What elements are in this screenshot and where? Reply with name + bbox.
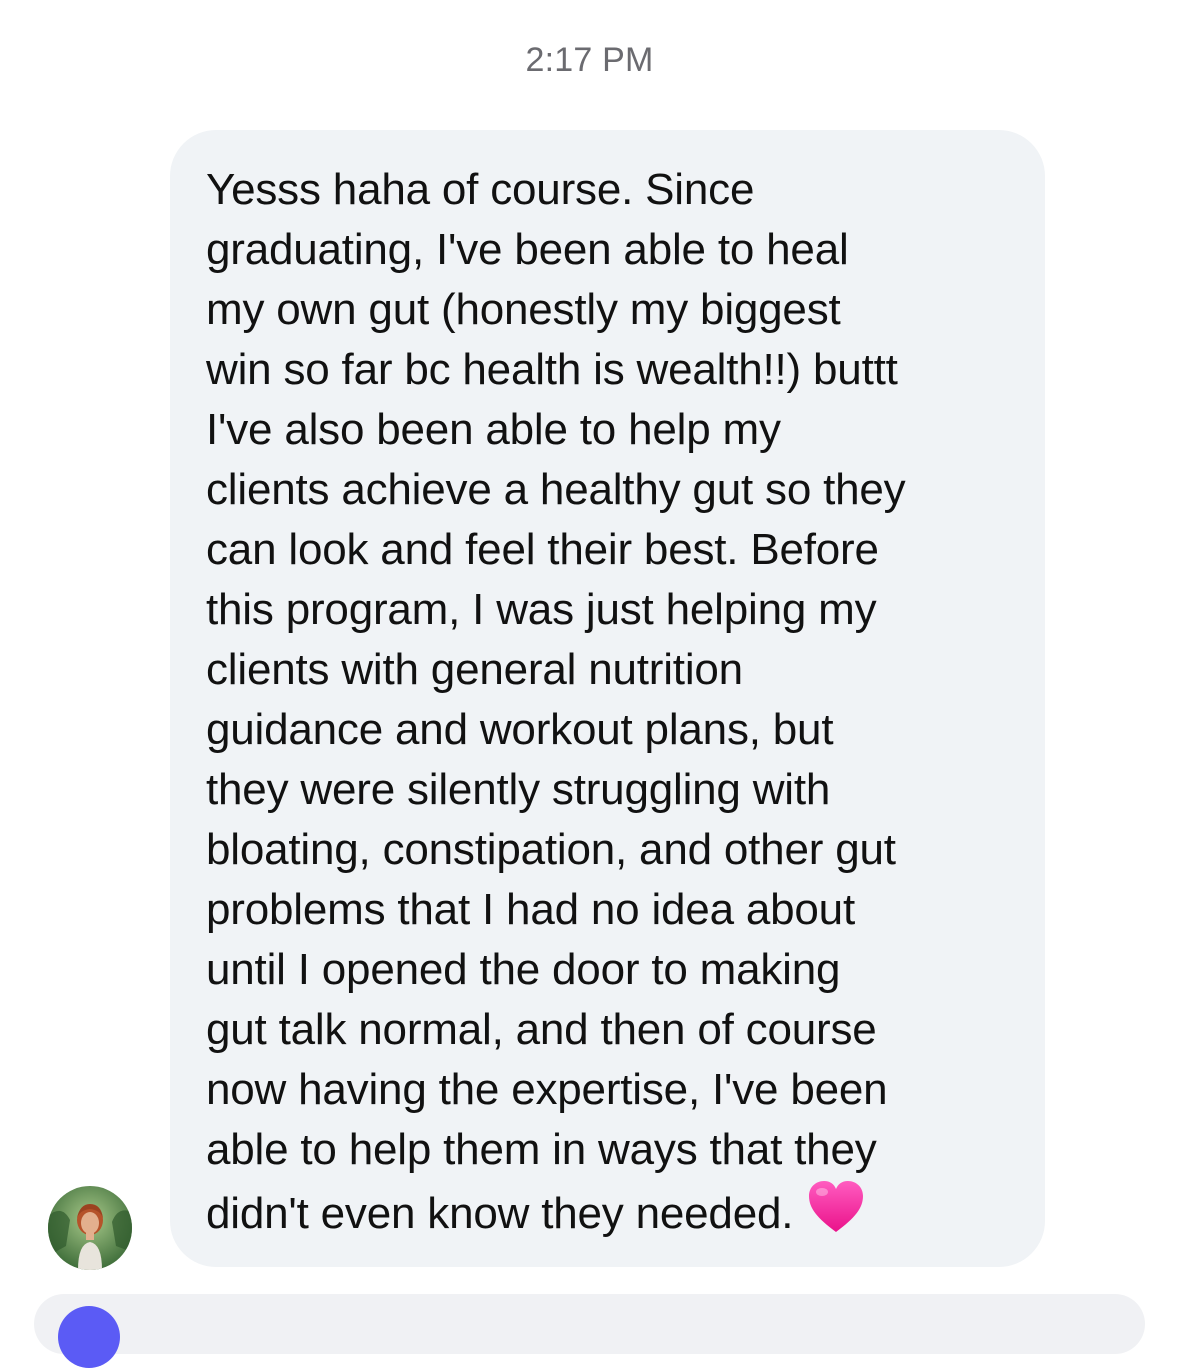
message-line: I've also been able to help my <box>206 405 781 454</box>
message-line: clients achieve a healthy gut so they <box>206 465 906 514</box>
message-line: my own gut (honestly my biggest <box>206 285 841 334</box>
message-timestamp: 2:17 PM <box>525 41 654 79</box>
sender-avatar[interactable] <box>48 1186 132 1270</box>
pink-heart-icon <box>807 1180 865 1234</box>
message-line: gut talk normal, and then of course <box>206 1005 877 1054</box>
camera-icon[interactable] <box>58 1306 120 1368</box>
avatar-photo-icon <box>48 1186 132 1270</box>
message-composer[interactable] <box>34 1294 1145 1354</box>
message-line: they were silently struggling with <box>206 765 831 814</box>
message-line: can look and feel their best. Before <box>206 525 879 574</box>
message-line: until I opened the door to making <box>206 945 841 994</box>
message-line: clients with general nutrition <box>206 645 743 694</box>
message-line-last: didn't even know they needed. <box>206 1180 1009 1240</box>
message-line: guidance and workout plans, but <box>206 705 834 754</box>
message-line-text: didn't even know they needed. <box>206 1189 794 1238</box>
message-line: graduating, I've been able to heal <box>206 225 849 274</box>
message-line: this program, I was just helping my <box>206 585 877 634</box>
message-line: Yesss haha of course. Since <box>206 165 755 214</box>
message-line: problems that I had no idea about <box>206 885 855 934</box>
message-line: able to help them in ways that they <box>206 1125 877 1174</box>
message-bubble[interactable]: Yesss haha of course. Since graduating, … <box>170 130 1045 1267</box>
message-line: win so far bc health is wealth!!) buttt <box>206 345 898 394</box>
message-line: now having the expertise, I've been <box>206 1065 888 1114</box>
message-line: bloating, constipation, and other gut <box>206 825 896 874</box>
